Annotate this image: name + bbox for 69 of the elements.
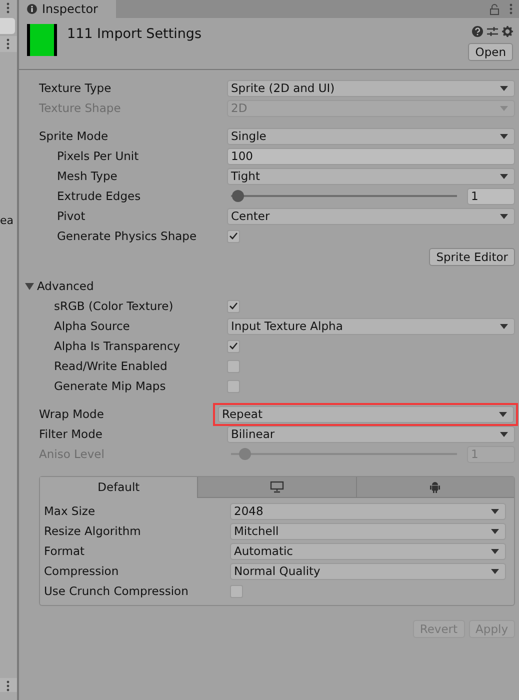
dropdown[interactable]: Normal Quality [230,562,506,580]
field-label: Pivot [56,209,86,223]
inspector-tab[interactable]: Inspector [19,0,116,18]
caret-icon [500,174,508,178]
caret-icon [499,412,507,416]
dropdown[interactable]: Single [227,128,515,144]
more-icon[interactable] [6,680,10,692]
caret-icon [500,324,508,328]
field-label: Texture Type [39,81,112,95]
field-label: Pixels Per Unit [56,149,140,163]
dropdown[interactable]: Automatic [230,542,506,560]
caret-icon [491,568,499,574]
monitor-icon [270,481,284,493]
dropdown[interactable]: Center [227,208,515,224]
more-icon[interactable] [6,2,10,14]
help-icon[interactable] [472,26,483,37]
field-label: Read/Write Enabled [53,359,168,373]
caret-icon [500,432,508,436]
checkbox[interactable] [227,300,240,312]
checkbox[interactable] [227,340,240,352]
dropdown[interactable]: Bilinear [227,426,515,442]
field-label: sRGB (Color Texture) [53,299,174,313]
field-label: Resize Algorithm [44,524,142,538]
dropdown[interactable]: Input Texture Alpha [227,318,515,334]
foldout-header[interactable]: Advanced [25,276,515,296]
field-label: Use Crunch Compression [44,584,190,598]
dropdown[interactable]: Tight [227,168,515,184]
field-label: Generate Mip Maps [53,379,167,393]
checkbox[interactable] [227,380,240,392]
field-label: Mesh Type [56,169,118,183]
field-label: Alpha Is Transparency [53,339,182,353]
caret-icon [491,528,499,534]
caret-icon [500,86,508,90]
dropdown[interactable]: Sprite (2D and UI) [227,80,515,96]
number-field[interactable]: 1 [467,188,515,204]
panel-text: ea [0,214,14,227]
checkbox[interactable] [230,584,243,598]
field-label: Filter Mode [39,427,104,441]
foldout-arrow-icon [25,282,34,290]
settings-icon[interactable] [502,26,513,37]
search-field[interactable] [0,18,15,34]
caret-icon [491,548,499,554]
field-label: Alpha Source [53,319,131,333]
number-field[interactable]: 100 [227,148,515,164]
open-button[interactable]: Open [468,43,513,61]
field-label: Sprite Mode [39,129,110,143]
info-icon [27,4,37,14]
more-icon[interactable] [6,38,10,50]
field-label: Generate Physics Shape [56,229,198,243]
dropdown[interactable]: Repeat [218,406,514,422]
lock-icon[interactable] [490,4,499,14]
caret-icon [491,508,499,514]
field-label: Compression [44,564,120,578]
checkbox[interactable] [227,360,240,372]
field-label: Extrude Edges [56,189,142,203]
slider-thumb[interactable] [232,190,244,202]
more-icon[interactable] [509,3,513,15]
sliders-icon[interactable] [487,26,498,37]
dropdown[interactable]: Mitchell [230,522,506,540]
checkbox[interactable] [227,230,240,242]
field-label: Format [44,544,86,558]
sprite-editor-button[interactable]: Sprite Editor [429,248,515,266]
robot-icon [429,481,442,493]
caret-icon [500,106,508,110]
caret-icon [500,214,508,218]
caret-icon [500,134,508,138]
dropdown[interactable]: 2048 [230,502,506,520]
field-label: Max Size [44,504,96,518]
window-title: 111 Import Settings [67,26,202,44]
